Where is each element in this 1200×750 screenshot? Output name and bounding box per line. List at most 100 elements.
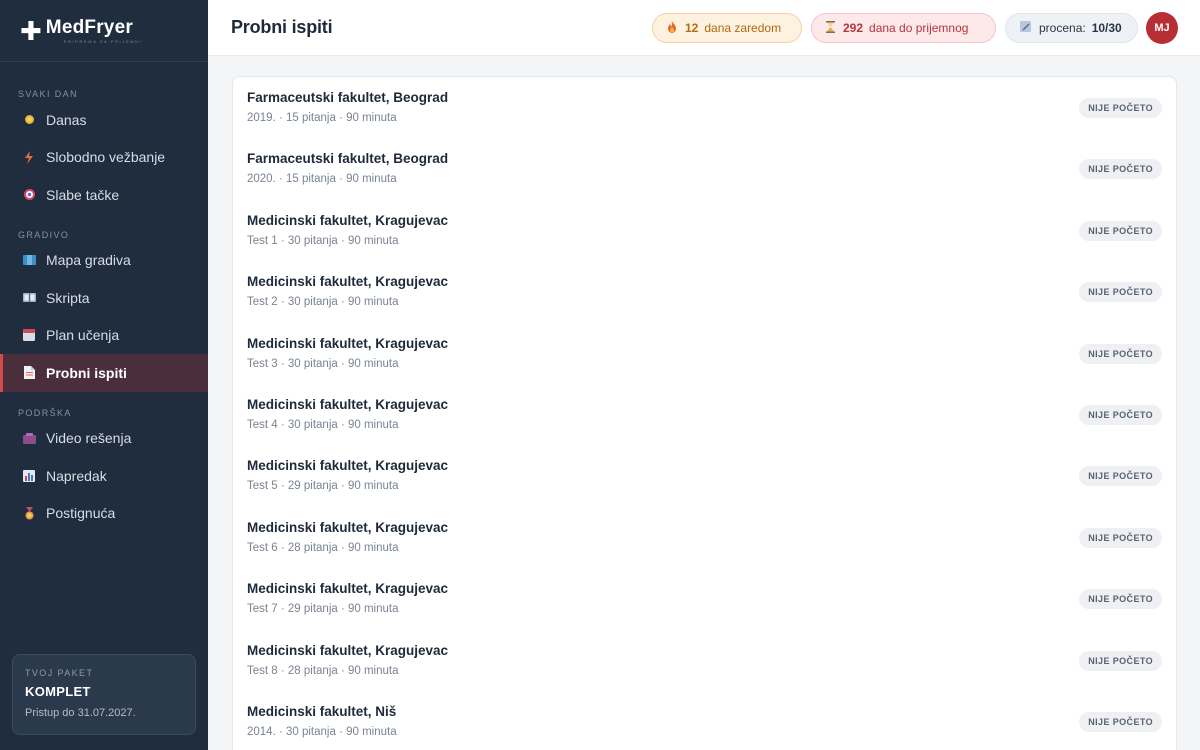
sidebar-item-video-resenja[interactable]: Video rešenja [0, 420, 208, 458]
app-tagline: PRIPREMA ZA PRIJEMNI [63, 38, 143, 44]
calendar-icon [22, 328, 36, 342]
score-badge[interactable]: procena: 10/30 [1005, 13, 1138, 43]
exam-row[interactable]: Medicinski fakultet, Kragujevac Test 6 · … [233, 507, 1176, 568]
sidebar-item-label: Postignuća [46, 505, 116, 522]
target-icon [22, 188, 36, 202]
header: Probni ispiti 12 dana zaredom 292 dana d… [208, 0, 1200, 56]
status-badge: NIJE POČETO [1079, 712, 1162, 732]
exam-row[interactable]: Medicinski fakultet, Kragujevac Test 1 · … [233, 200, 1176, 261]
exam-title: Medicinski fakultet, Kragujevac [247, 642, 449, 658]
exam-meta: Test 8 · 28 pitanja · 90 minuta [247, 664, 399, 677]
exam-title: Farmaceutski fakultet, Beograd [247, 90, 449, 105]
status-badge: NIJE POČETO [1079, 466, 1162, 487]
sidebar-item-postignuca[interactable]: Postignuća [0, 495, 208, 533]
exam-meta: Test 7 · 29 pitanja · 90 minuta [247, 603, 399, 616]
chart-icon [22, 469, 36, 483]
exam-row[interactable]: Medicinski fakultet, Niš 2014. · 30 pitan… [233, 691, 1176, 750]
sidebar-item-mapa-gradiva[interactable]: Mapa gradiva [0, 242, 208, 280]
main-content: Farmaceutski fakultet, Beograd 2019. · 15… [208, 56, 1200, 750]
sidebar-item-probni-ispiti[interactable]: Probni ispiti [0, 354, 208, 392]
exam-title: Medicinski fakultet, Kragujevac [247, 519, 449, 535]
exam-row[interactable]: Medicinski fakultet, Kragujevac Test 2 · … [233, 261, 1176, 322]
status-badge: NIJE POČETO [1079, 527, 1162, 548]
score-label: procena: [1039, 21, 1086, 35]
exam-title: Medicinski fakultet, Kragujevac [247, 581, 449, 597]
days-left-text: dana do prijemnog [869, 21, 969, 35]
days-left-value: 292 [843, 21, 864, 35]
status-badge: NIJE POČETO [1079, 282, 1162, 303]
sidebar-item-label: Plan učenja [46, 327, 120, 344]
exam-title: Medicinski fakultet, Kragujevac [247, 458, 449, 474]
fire-icon [667, 20, 677, 36]
exam-row[interactable]: Medicinski fakultet, Kragujevac Test 4 · … [233, 384, 1176, 445]
exam-meta: Test 1 · 30 pitanja · 90 minuta [247, 234, 399, 247]
sidebar-item-label: Mapa gradiva [46, 252, 131, 269]
sidebar-item-slobodno-vezbanje[interactable]: Slobodno vežbanje [0, 139, 208, 177]
exam-meta: 2014. · 30 pitanja · 90 minuta [247, 726, 397, 738]
exam-row[interactable]: Medicinski fakultet, Kragujevac Test 7 · … [233, 568, 1176, 629]
sidebar-item-label: Video rešenja [46, 430, 132, 447]
plan-box[interactable]: TVOJ PAKET KOMPLET Pristup do 31.07.2027… [12, 654, 196, 735]
exam-meta: Test 2 · 30 pitanja · 90 minuta [247, 296, 399, 309]
status-badge: NIJE POČETO [1079, 405, 1162, 425]
map-icon [22, 253, 36, 267]
exam-meta: Test 6 · 28 pitanja · 90 minuta [247, 541, 399, 554]
exam-row[interactable]: Farmaceutski fakultet, Beograd 2019. · 15… [233, 77, 1176, 138]
streak-text: dana zaredom [704, 21, 782, 35]
sidebar-item-danas[interactable]: Danas [0, 101, 208, 139]
score-value: 10/30 [1091, 21, 1122, 35]
sidebar-item-label: Probni ispiti [46, 364, 127, 381]
sidebar-item-plan-ucenja[interactable]: Plan učenja [0, 317, 208, 355]
page-title: Probni ispiti [231, 17, 333, 37]
hourglass-icon [826, 20, 835, 36]
exam-meta: Test 5 · 29 pitanja · 90 minuta [247, 480, 399, 493]
exam-meta: Test 3 · 30 pitanja · 90 minuta [247, 357, 399, 370]
exam-row[interactable]: Medicinski fakultet, Kragujevac Test 8 · … [233, 630, 1176, 691]
sidebar-item-label: Napredak [46, 467, 107, 484]
exam-title: Farmaceutski fakultet, Beograd [247, 151, 449, 167]
section-label-svaki-dan: SVAKI DAN [18, 89, 78, 99]
status-badge: NIJE POČETO [1079, 159, 1162, 180]
sun-icon [22, 113, 36, 127]
status-badge: NIJE POČETO [1079, 220, 1162, 241]
exam-meta: 2019. · 15 pitanja · 90 minuta [247, 112, 397, 124]
exam-list: Farmaceutski fakultet, Beograd 2019. · 15… [232, 76, 1177, 750]
document-icon [22, 366, 36, 380]
sidebar-item-skripta[interactable]: Skripta [0, 279, 208, 317]
avatar[interactable]: MJ [1146, 12, 1178, 44]
exam-meta: Test 4 · 30 pitanja · 90 minuta [247, 419, 399, 431]
sidebar-item-label: Slobodno vežbanje [46, 149, 166, 166]
plan-label: TVOJ PAKET [25, 668, 94, 678]
sidebar: ✚ MedFryer PRIPREMA ZA PRIJEMNI SVAKI DA… [0, 0, 208, 750]
exam-meta: 2020. · 15 pitanja · 90 minuta [247, 173, 397, 186]
lightning-icon [22, 150, 36, 164]
notepad-icon [1020, 21, 1031, 35]
section-label-gradivo: GRADIVO [18, 229, 70, 240]
exam-row[interactable]: Medicinski fakultet, Kragujevac Test 5 · … [233, 445, 1176, 506]
status-badge: NIJE POČETO [1079, 650, 1162, 671]
exam-title: Medicinski fakultet, Niš [247, 704, 397, 719]
logo[interactable]: ✚ MedFryer PRIPREMA ZA PRIJEMNI [0, 0, 208, 62]
medal-icon [22, 506, 36, 520]
streak-value: 12 [685, 21, 699, 35]
exam-row[interactable]: Medicinski fakultet, Kragujevac Test 3 · … [233, 323, 1176, 384]
days-left-badge[interactable]: 292 dana do prijemnog [811, 13, 996, 43]
video-icon [22, 431, 36, 445]
exam-title: Medicinski fakultet, Kragujevac [247, 397, 449, 412]
sidebar-item-label: Danas [46, 111, 87, 128]
plan-access: Pristup do 31.07.2027. [25, 707, 136, 719]
exam-title: Medicinski fakultet, Kragujevac [247, 335, 449, 351]
book-icon [22, 291, 36, 305]
status-badge: NIJE POČETO [1079, 343, 1162, 364]
streak-badge[interactable]: 12 dana zaredom [652, 13, 802, 43]
section-label-podrska: PODRŠKA [18, 407, 72, 418]
sidebar-item-slabe-tacke[interactable]: Slabe tačke [0, 176, 208, 214]
plus-icon: ✚ [20, 15, 42, 46]
status-badge: NIJE POČETO [1079, 98, 1162, 118]
status-badge: NIJE POČETO [1079, 589, 1162, 610]
plan-name: KOMPLET [25, 684, 91, 699]
sidebar-item-napredak[interactable]: Napredak [0, 457, 208, 495]
exam-row[interactable]: Farmaceutski fakultet, Beograd 2020. · 15… [233, 138, 1176, 199]
app-name: MedFryer [45, 16, 133, 38]
exam-title: Medicinski fakultet, Kragujevac [247, 212, 449, 228]
